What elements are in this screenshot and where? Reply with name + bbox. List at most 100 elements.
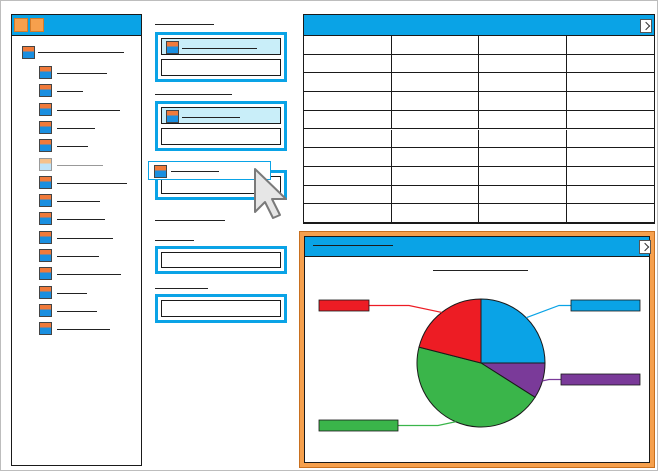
empty-field[interactable] <box>161 59 281 76</box>
table-cell[interactable] <box>566 148 654 167</box>
callout-line <box>542 378 561 382</box>
table-cell[interactable] <box>304 185 392 205</box>
table-cell[interactable] <box>566 204 654 223</box>
table-cell[interactable] <box>479 166 567 186</box>
table-cell[interactable] <box>566 73 654 93</box>
section-label-placeholder <box>155 220 225 221</box>
node-icon <box>39 157 52 171</box>
table-cell[interactable] <box>566 55 654 74</box>
table-cell[interactable] <box>304 110 392 130</box>
drop-target-box[interactable] <box>155 32 287 82</box>
tree-item[interactable] <box>12 303 141 318</box>
table-cell[interactable] <box>304 73 392 93</box>
tree-item[interactable] <box>12 249 141 263</box>
item-label-placeholder <box>182 117 240 118</box>
tree-item-label-placeholder <box>57 274 121 276</box>
empty-field[interactable] <box>161 300 281 317</box>
table-cell[interactable] <box>304 148 392 167</box>
export-icon[interactable] <box>640 19 652 33</box>
table-cell[interactable] <box>566 186 654 205</box>
table-cell[interactable] <box>391 148 479 167</box>
tree-item[interactable] <box>12 194 141 208</box>
tree-item[interactable] <box>12 66 141 80</box>
table-cell[interactable] <box>304 54 392 74</box>
item-label-placeholder <box>182 48 257 49</box>
table-cell[interactable] <box>391 36 479 55</box>
tree-item-label-placeholder <box>57 310 97 312</box>
tree-item[interactable] <box>12 267 141 281</box>
tree-root-label-placeholder[interactable] <box>38 52 124 53</box>
table-cell[interactable] <box>566 130 654 149</box>
table-cell[interactable] <box>304 92 392 111</box>
table-cell[interactable] <box>566 92 654 111</box>
tree-item-label-placeholder <box>57 237 113 239</box>
table-cell[interactable] <box>479 36 567 55</box>
selected-item-field[interactable] <box>161 38 281 55</box>
callout-label-box <box>318 419 399 432</box>
tree-item-label-placeholder <box>57 127 95 129</box>
tree-item[interactable] <box>12 139 141 153</box>
callout-label-box <box>560 373 641 386</box>
table-cell[interactable] <box>391 54 479 74</box>
tree-item[interactable] <box>12 322 141 336</box>
table-cell[interactable] <box>479 54 567 74</box>
node-icon <box>166 41 179 54</box>
table-cell[interactable] <box>566 167 654 186</box>
window-button-icon[interactable] <box>14 18 28 32</box>
item-label-placeholder <box>171 171 219 172</box>
callout-label-box <box>318 299 370 312</box>
table-cell[interactable] <box>391 166 479 186</box>
tree-item[interactable] <box>12 84 141 98</box>
tree-item[interactable] <box>12 157 141 172</box>
window-button-icon[interactable] <box>30 18 44 32</box>
tree-panel <box>11 14 142 466</box>
tree-item[interactable] <box>12 285 141 300</box>
drop-target-box[interactable] <box>155 101 287 151</box>
tree-item-label-placeholder <box>57 109 120 111</box>
table-cell[interactable] <box>304 204 392 223</box>
node-icon <box>39 102 52 116</box>
table-cell[interactable] <box>479 73 567 93</box>
table-cell[interactable] <box>391 204 479 223</box>
table-cell[interactable] <box>304 166 392 186</box>
table-cell[interactable] <box>479 185 567 205</box>
table-cell[interactable] <box>391 92 479 111</box>
table-cell[interactable] <box>479 129 567 149</box>
table-cell[interactable] <box>304 36 392 55</box>
table-cell[interactable] <box>391 110 479 130</box>
node-icon <box>39 120 52 134</box>
tree-item-label-placeholder <box>57 91 83 93</box>
table-cell[interactable] <box>391 185 479 205</box>
callout-line <box>526 304 571 319</box>
pie-chart <box>318 298 641 432</box>
table-panel <box>303 14 655 224</box>
tree-item[interactable] <box>12 102 141 117</box>
table-cell[interactable] <box>479 92 567 111</box>
table-cell[interactable] <box>391 129 479 149</box>
table-cell[interactable] <box>566 36 654 55</box>
empty-field[interactable] <box>161 128 281 145</box>
tree-item[interactable] <box>12 120 141 135</box>
input-box[interactable] <box>155 294 287 323</box>
tree-item[interactable] <box>12 175 141 190</box>
tree-panel-header <box>12 15 141 36</box>
empty-field[interactable] <box>161 252 281 268</box>
table-cell[interactable] <box>566 111 654 130</box>
callout-label-box <box>570 299 641 312</box>
node-icon <box>39 249 52 262</box>
table-cell[interactable] <box>304 129 392 149</box>
table-cell[interactable] <box>479 148 567 167</box>
callout-line <box>369 304 442 314</box>
tree-item[interactable] <box>12 230 141 245</box>
folder-icon[interactable] <box>22 46 35 59</box>
callout-line <box>398 421 456 427</box>
tree-item[interactable] <box>12 212 141 226</box>
pie-slice[interactable] <box>480 298 546 364</box>
table-cell[interactable] <box>391 73 479 93</box>
input-box[interactable] <box>155 246 287 274</box>
mouse-pointer-icon <box>254 168 287 219</box>
node-icon <box>166 110 179 123</box>
table-cell[interactable] <box>479 110 567 130</box>
selected-item-field[interactable] <box>161 107 281 124</box>
table-cell[interactable] <box>479 204 567 223</box>
